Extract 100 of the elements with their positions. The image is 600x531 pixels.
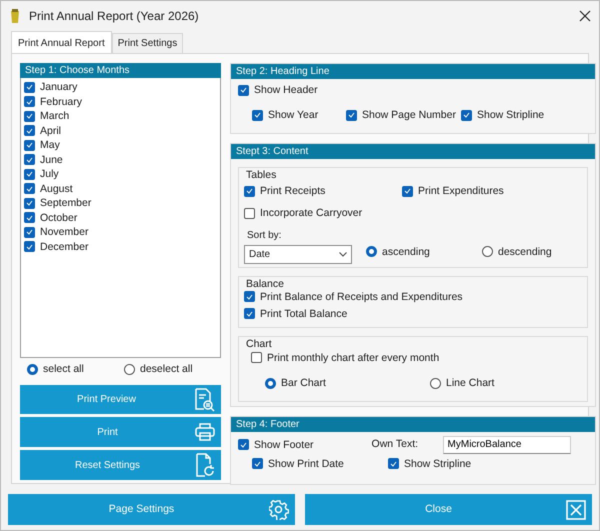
checkmark-icon — [463, 112, 470, 118]
section-header: Step 1: Choose Months — [20, 63, 221, 78]
checkbox[interactable] — [24, 198, 35, 209]
checkbox[interactable] — [244, 186, 255, 196]
settings-icon — [269, 500, 289, 520]
checkbox-label: Print Receipts — [260, 185, 326, 197]
section-header: Step 4: Footer — [231, 416, 595, 432]
checkmark-icon — [26, 128, 33, 134]
radio-button[interactable] — [366, 246, 377, 258]
close-icon — [566, 500, 586, 520]
checkmark-icon — [26, 214, 33, 221]
checkbox[interactable] — [24, 96, 35, 108]
radio-button[interactable] — [430, 378, 441, 388]
checkmark-icon — [254, 112, 261, 118]
document-search-icon — [193, 388, 215, 412]
radio-button[interactable] — [482, 246, 493, 258]
checkbox[interactable] — [238, 84, 249, 96]
checkbox-label: July — [40, 168, 59, 180]
checkbox-label: Show Footer — [254, 438, 314, 450]
radio-label: deselect all — [140, 363, 193, 376]
checkbox-label: Show Stripline — [477, 109, 544, 121]
printer-icon — [195, 423, 215, 442]
checkbox[interactable] — [24, 183, 35, 194]
action-button[interactable]: Print Preview — [20, 384, 221, 414]
checkbox-label: Show Print Date — [268, 458, 344, 470]
checkbox-label: March — [40, 110, 70, 122]
checkbox-label: Show Stripline — [404, 458, 472, 470]
close-button[interactable] — [579, 8, 591, 24]
checkbox[interactable] — [24, 82, 35, 93]
group-title: Balance — [244, 278, 286, 290]
chevron-down-icon — [339, 252, 347, 256]
field-label: Sort by: — [246, 230, 282, 242]
checkmark-icon — [240, 87, 247, 93]
checkbox[interactable] — [461, 110, 472, 120]
checkmark-icon — [26, 229, 33, 236]
tab[interactable]: Print Settings — [112, 33, 184, 53]
settings-button[interactable]: Page Settings — [8, 494, 295, 525]
checkbox[interactable] — [402, 186, 413, 196]
checkbox[interactable] — [252, 458, 263, 469]
checkbox-label: Show Header — [254, 84, 318, 96]
checkmark-icon — [26, 113, 33, 120]
checkbox-label: September — [40, 197, 92, 210]
checkmark-icon — [348, 112, 355, 118]
close-button[interactable]: Close — [305, 494, 592, 525]
checkbox-label: December — [40, 240, 88, 253]
checkbox[interactable] — [24, 154, 35, 166]
radio-button[interactable] — [27, 364, 38, 375]
checkbox-label: November — [40, 226, 88, 238]
checkmark-icon — [26, 200, 33, 206]
text-field[interactable]: MyMicroBalance — [442, 436, 571, 454]
checkbox-label: Show Year — [268, 109, 318, 121]
checkbox-label: October — [40, 212, 78, 224]
action-button[interactable]: Reset Settings — [20, 450, 221, 480]
checkmark-icon — [26, 142, 33, 148]
radio-label: select all — [43, 363, 84, 376]
checkmark-icon — [254, 460, 261, 466]
checkbox[interactable] — [346, 110, 357, 120]
checkbox-label: Incorporate Carryover — [260, 207, 362, 219]
checkbox-label: May — [40, 139, 60, 152]
checkbox-label: April — [40, 124, 62, 137]
checkmark-icon — [26, 84, 33, 90]
checkbox[interactable] — [251, 352, 262, 363]
checkbox[interactable] — [252, 110, 263, 120]
checkbox-label: February — [40, 96, 82, 108]
checkbox[interactable] — [24, 125, 35, 136]
checkbox-label: Print Total Balance — [260, 308, 348, 320]
checkbox[interactable] — [24, 110, 35, 122]
checkbox[interactable] — [24, 241, 35, 252]
checkbox[interactable] — [238, 439, 249, 450]
tab[interactable]: Print Annual Report — [11, 31, 112, 54]
group-title: Tables — [244, 169, 278, 181]
checkbox[interactable] — [388, 458, 399, 469]
radio-label: Bar Chart — [281, 377, 326, 389]
checkbox[interactable] — [24, 226, 35, 238]
radio-label: Line Chart — [446, 377, 494, 389]
checkbox-label: January — [40, 81, 78, 94]
radio-label: ascending — [382, 246, 430, 258]
section-header: Step 2: Heading Line — [231, 64, 595, 79]
checkmark-icon — [404, 188, 411, 194]
checkbox[interactable] — [244, 291, 255, 302]
group-title: Chart — [244, 338, 274, 350]
radio-button[interactable] — [265, 378, 276, 388]
checkmark-icon — [240, 442, 247, 448]
checkbox-label: Print Balance of Receipts and Expenditures — [260, 290, 463, 302]
checkbox[interactable] — [24, 140, 35, 151]
field-label: Own Text: — [372, 436, 420, 452]
app-icon — [9, 8, 21, 24]
radio-label: descending — [498, 246, 552, 258]
checkbox[interactable] — [24, 168, 35, 180]
sort-dropdown[interactable]: Date — [244, 244, 352, 264]
action-button[interactable]: Print — [20, 417, 221, 448]
radio-button[interactable] — [124, 364, 135, 375]
checkbox[interactable] — [244, 208, 255, 218]
window-title: Print Annual Report (Year 2026) — [29, 8, 200, 25]
checkbox[interactable] — [244, 308, 255, 319]
checkbox-label: June — [40, 154, 63, 166]
section-header: Stept 3: Content — [231, 144, 595, 159]
checkbox-label: August — [40, 182, 73, 195]
checkbox[interactable] — [24, 212, 35, 224]
checkbox-label: Print monthly chart after every month — [267, 352, 440, 364]
